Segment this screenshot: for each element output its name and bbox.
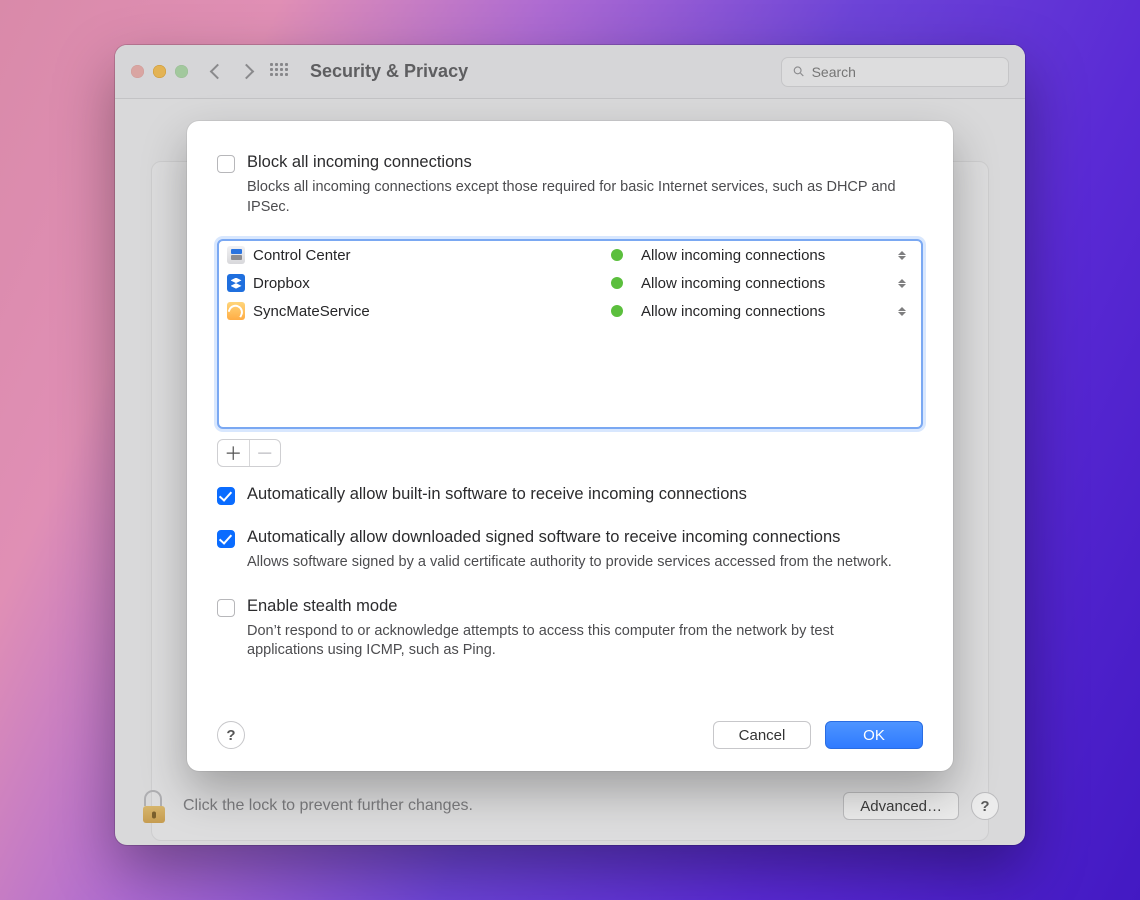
search-icon: [792, 64, 806, 79]
auto-signed-label: Automatically allow downloaded signed so…: [247, 528, 892, 547]
auto-builtin-label: Automatically allow built-in software to…: [247, 485, 747, 504]
status-popup-button[interactable]: [898, 304, 907, 319]
apps-listbox[interactable]: Control Center Allow incoming connections…: [217, 239, 923, 429]
nav-buttons: [212, 66, 252, 77]
auto-builtin-checkbox[interactable]: [217, 487, 235, 505]
block-all-checkbox[interactable]: [217, 155, 235, 173]
ok-button[interactable]: OK: [825, 721, 923, 749]
block-all-option: Block all incoming connections Blocks al…: [217, 153, 923, 217]
stealth-label: Enable stealth mode: [247, 597, 907, 616]
lock-text: Click the lock to prevent further change…: [183, 797, 473, 815]
add-remove-buttons: ＋ －: [217, 439, 281, 467]
cancel-button[interactable]: Cancel: [713, 721, 811, 749]
auto-signed-checkbox[interactable]: [217, 530, 235, 548]
auto-signed-option: Automatically allow downloaded signed so…: [217, 528, 923, 573]
show-all-button[interactable]: [270, 63, 288, 81]
minimize-window-button[interactable]: [153, 65, 166, 78]
app-row[interactable]: Control Center Allow incoming connections: [219, 241, 921, 269]
app-icon: [227, 274, 245, 292]
window-controls: [131, 65, 188, 78]
lock-icon[interactable]: [141, 789, 171, 823]
block-all-label: Block all incoming connections: [247, 153, 907, 172]
advanced-button[interactable]: Advanced…: [843, 792, 959, 820]
status-dot-icon: [611, 249, 623, 261]
lock-row: Click the lock to prevent further change…: [141, 789, 999, 823]
app-icon: [227, 246, 245, 264]
app-name: SyncMateService: [253, 303, 583, 320]
forward-button[interactable]: [239, 64, 255, 80]
stealth-checkbox[interactable]: [217, 599, 235, 617]
app-status: Allow incoming connections: [641, 303, 890, 320]
sheet-help-button[interactable]: ?: [217, 721, 245, 749]
search-input[interactable]: [812, 64, 998, 80]
search-field[interactable]: [781, 57, 1009, 87]
app-name: Control Center: [253, 247, 583, 264]
titlebar: Security & Privacy: [115, 45, 1025, 99]
stealth-option: Enable stealth mode Don’t respond to or …: [217, 597, 923, 661]
window-title: Security & Privacy: [310, 61, 468, 82]
app-row[interactable]: Dropbox Allow incoming connections: [219, 269, 921, 297]
zoom-window-button[interactable]: [175, 65, 188, 78]
app-name: Dropbox: [253, 275, 583, 292]
app-row[interactable]: SyncMateService Allow incoming connection…: [219, 297, 921, 325]
close-window-button[interactable]: [131, 65, 144, 78]
preferences-window: Security & Privacy Click the lock to pre…: [115, 45, 1025, 845]
firewall-options-sheet: Block all incoming connections Blocks al…: [187, 121, 953, 771]
sheet-button-bar: ? Cancel OK: [217, 721, 923, 749]
status-dot-icon: [611, 305, 623, 317]
status-popup-button[interactable]: [898, 248, 907, 263]
app-status: Allow incoming connections: [641, 247, 890, 264]
auto-builtin-option: Automatically allow built-in software to…: [217, 485, 923, 504]
status-dot-icon: [611, 277, 623, 289]
stealth-desc: Don’t respond to or acknowledge attempts…: [247, 622, 907, 661]
remove-app-button[interactable]: －: [250, 440, 281, 466]
auto-signed-desc: Allows software signed by a valid certif…: [247, 553, 892, 573]
block-all-desc: Blocks all incoming connections except t…: [247, 178, 907, 217]
status-popup-button[interactable]: [898, 276, 907, 291]
app-status: Allow incoming connections: [641, 275, 890, 292]
add-app-button[interactable]: ＋: [218, 440, 250, 466]
help-button[interactable]: ?: [971, 792, 999, 820]
back-button[interactable]: [210, 64, 226, 80]
app-icon: [227, 302, 245, 320]
